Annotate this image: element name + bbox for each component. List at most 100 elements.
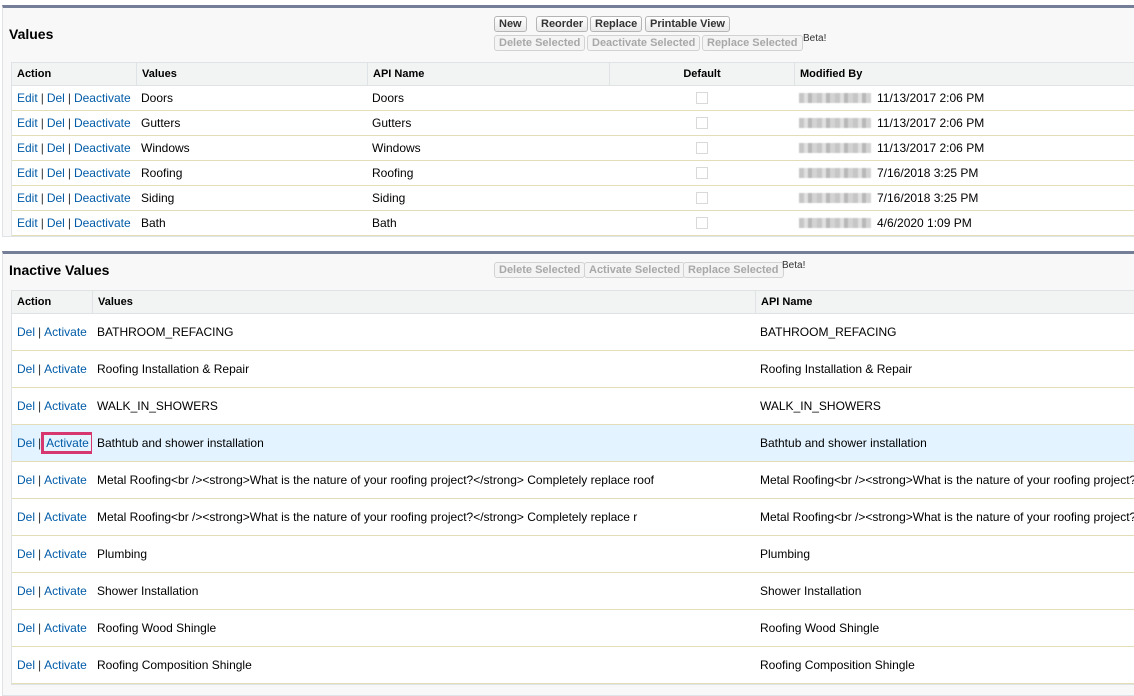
values-table-header: Action Values API Name Default Modified … <box>12 63 1134 86</box>
del-link[interactable]: Del <box>47 166 65 180</box>
deactivate-link[interactable]: Deactivate <box>74 216 131 230</box>
redacted-user-name <box>799 218 871 228</box>
deactivate-link[interactable]: Deactivate <box>74 191 131 205</box>
action-separator: | <box>67 91 71 105</box>
deactivate-link[interactable]: Deactivate <box>74 116 131 130</box>
api-name-cell: Metal Roofing<br /><strong>What is the n… <box>760 473 1134 487</box>
activate-link[interactable]: Activate <box>44 547 87 561</box>
api-name-cell: Roofing Composition Shingle <box>760 658 915 672</box>
modified-by-cell: 11/13/2017 2:06 PM <box>794 111 1134 135</box>
deactivate-link[interactable]: Deactivate <box>74 141 131 155</box>
action-cell: Edit | Del | Deactivate <box>12 186 136 210</box>
column-header-values[interactable]: Values <box>136 63 367 85</box>
value-cell: Shower Installation <box>97 584 199 598</box>
value-cell: BATHROOM_REFACING <box>97 325 234 339</box>
modified-date: 11/13/2017 2:06 PM <box>877 91 985 105</box>
edit-link[interactable]: Edit <box>17 141 38 155</box>
api-name-cell: WALK_IN_SHOWERS <box>760 399 881 413</box>
activate-link[interactable]: Activate <box>41 432 92 454</box>
replace-button[interactable]: Replace <box>590 16 643 32</box>
table-row: Del | Activate Roofing Installation & Repai… <box>12 351 1134 388</box>
default-checkbox <box>695 217 708 229</box>
activate-link[interactable]: Activate <box>44 621 87 635</box>
value-cell: Bathtub and shower installation <box>97 436 264 450</box>
edit-link[interactable]: Edit <box>17 116 38 130</box>
del-link[interactable]: Del <box>17 621 35 635</box>
activate-selected-button[interactable]: Activate Selected <box>584 262 686 278</box>
default-checkbox <box>695 167 708 179</box>
del-link[interactable]: Del <box>17 584 35 598</box>
new-button[interactable]: New <box>494 16 527 32</box>
modified-by-cell: 4/6/2020 1:09 PM <box>794 211 1134 235</box>
reorder-button[interactable]: Reorder <box>536 16 589 32</box>
modified-date: 4/6/2020 1:09 PM <box>877 216 972 230</box>
redacted-user-name <box>799 143 871 153</box>
value-cell: Metal Roofing<br /><strong>What is the n… <box>97 473 654 487</box>
default-cell <box>609 136 794 160</box>
inactive-column-header-api-name[interactable]: API Name <box>755 291 1134 313</box>
replace-selected-button[interactable]: Replace Selected <box>702 35 803 51</box>
value-cell: Metal Roofing<br /><strong>What is the n… <box>97 510 638 524</box>
table-row: Edit | Del | Deactivate Siding Siding 7/16/2018… <box>12 186 1134 211</box>
default-cell <box>609 111 794 135</box>
action-separator: | <box>67 216 71 230</box>
redacted-user-name <box>799 193 871 203</box>
del-link[interactable]: Del <box>17 436 35 450</box>
action-separator: | <box>40 216 44 230</box>
default-cell <box>609 86 794 110</box>
edit-link[interactable]: Edit <box>17 166 38 180</box>
printable-view-button[interactable]: Printable View <box>645 16 730 32</box>
activate-link[interactable]: Activate <box>44 658 87 672</box>
default-checkbox <box>695 117 708 129</box>
table-row: Edit | Del | Deactivate Doors Doors 11/13/2017 … <box>12 86 1134 111</box>
action-cell: Del | Activate <box>12 647 92 683</box>
default-checkbox <box>695 142 708 154</box>
del-link[interactable]: Del <box>17 658 35 672</box>
activate-link[interactable]: Activate <box>44 473 87 487</box>
table-row: Del | Activate Plumbing Plumbing <box>12 536 1134 573</box>
api-name-cell: BATHROOM_REFACING <box>760 325 897 339</box>
del-link[interactable]: Del <box>47 191 65 205</box>
del-link[interactable]: Del <box>17 362 35 376</box>
activate-link[interactable]: Activate <box>44 510 87 524</box>
api-name-cell: Metal Roofing<br /><strong>What is the n… <box>760 510 1134 524</box>
value-cell: Gutters <box>141 116 181 130</box>
inactive-replace-selected-button[interactable]: Replace Selected <box>683 262 784 278</box>
inactive-column-header-values[interactable]: Values <box>92 291 755 313</box>
inactive-values-panel: Inactive Values Delete Selected Activate… <box>2 251 1134 696</box>
modified-by-cell: 11/13/2017 2:06 PM <box>794 136 1134 160</box>
modified-by-cell: 11/13/2017 2:06 PM <box>794 86 1134 110</box>
value-cell: Roofing Wood Shingle <box>97 621 217 635</box>
inactive-delete-selected-button[interactable]: Delete Selected <box>494 262 586 278</box>
del-link[interactable]: Del <box>17 399 35 413</box>
values-section-title: Values <box>9 26 54 42</box>
column-header-api-name[interactable]: API Name <box>367 63 609 85</box>
del-link[interactable]: Del <box>17 473 35 487</box>
column-header-modified-by[interactable]: Modified By <box>794 63 1134 85</box>
edit-link[interactable]: Edit <box>17 191 38 205</box>
deactivate-link[interactable]: Deactivate <box>74 91 131 105</box>
deactivate-link[interactable]: Deactivate <box>74 166 131 180</box>
edit-link[interactable]: Edit <box>17 216 38 230</box>
activate-link[interactable]: Activate <box>44 584 87 598</box>
default-checkbox <box>695 192 708 204</box>
deactivate-selected-button[interactable]: Deactivate Selected <box>587 35 701 51</box>
del-link[interactable]: Del <box>17 547 35 561</box>
del-link[interactable]: Del <box>47 141 65 155</box>
activate-link[interactable]: Activate <box>44 362 87 376</box>
activate-link[interactable]: Activate <box>44 325 87 339</box>
del-link[interactable]: Del <box>47 216 65 230</box>
edit-link[interactable]: Edit <box>17 91 38 105</box>
inactive-beta-label: Beta! <box>782 260 806 271</box>
value-cell: Siding <box>141 191 175 205</box>
del-link[interactable]: Del <box>47 116 65 130</box>
delete-selected-button[interactable]: Delete Selected <box>494 35 586 51</box>
del-link[interactable]: Del <box>17 325 35 339</box>
value-cell: Bath <box>141 216 166 230</box>
action-separator: | <box>38 658 42 672</box>
del-link[interactable]: Del <box>47 91 65 105</box>
activate-link[interactable]: Activate <box>44 399 87 413</box>
del-link[interactable]: Del <box>17 510 35 524</box>
value-cell: WALK_IN_SHOWERS <box>97 399 218 413</box>
action-separator: | <box>38 621 42 635</box>
